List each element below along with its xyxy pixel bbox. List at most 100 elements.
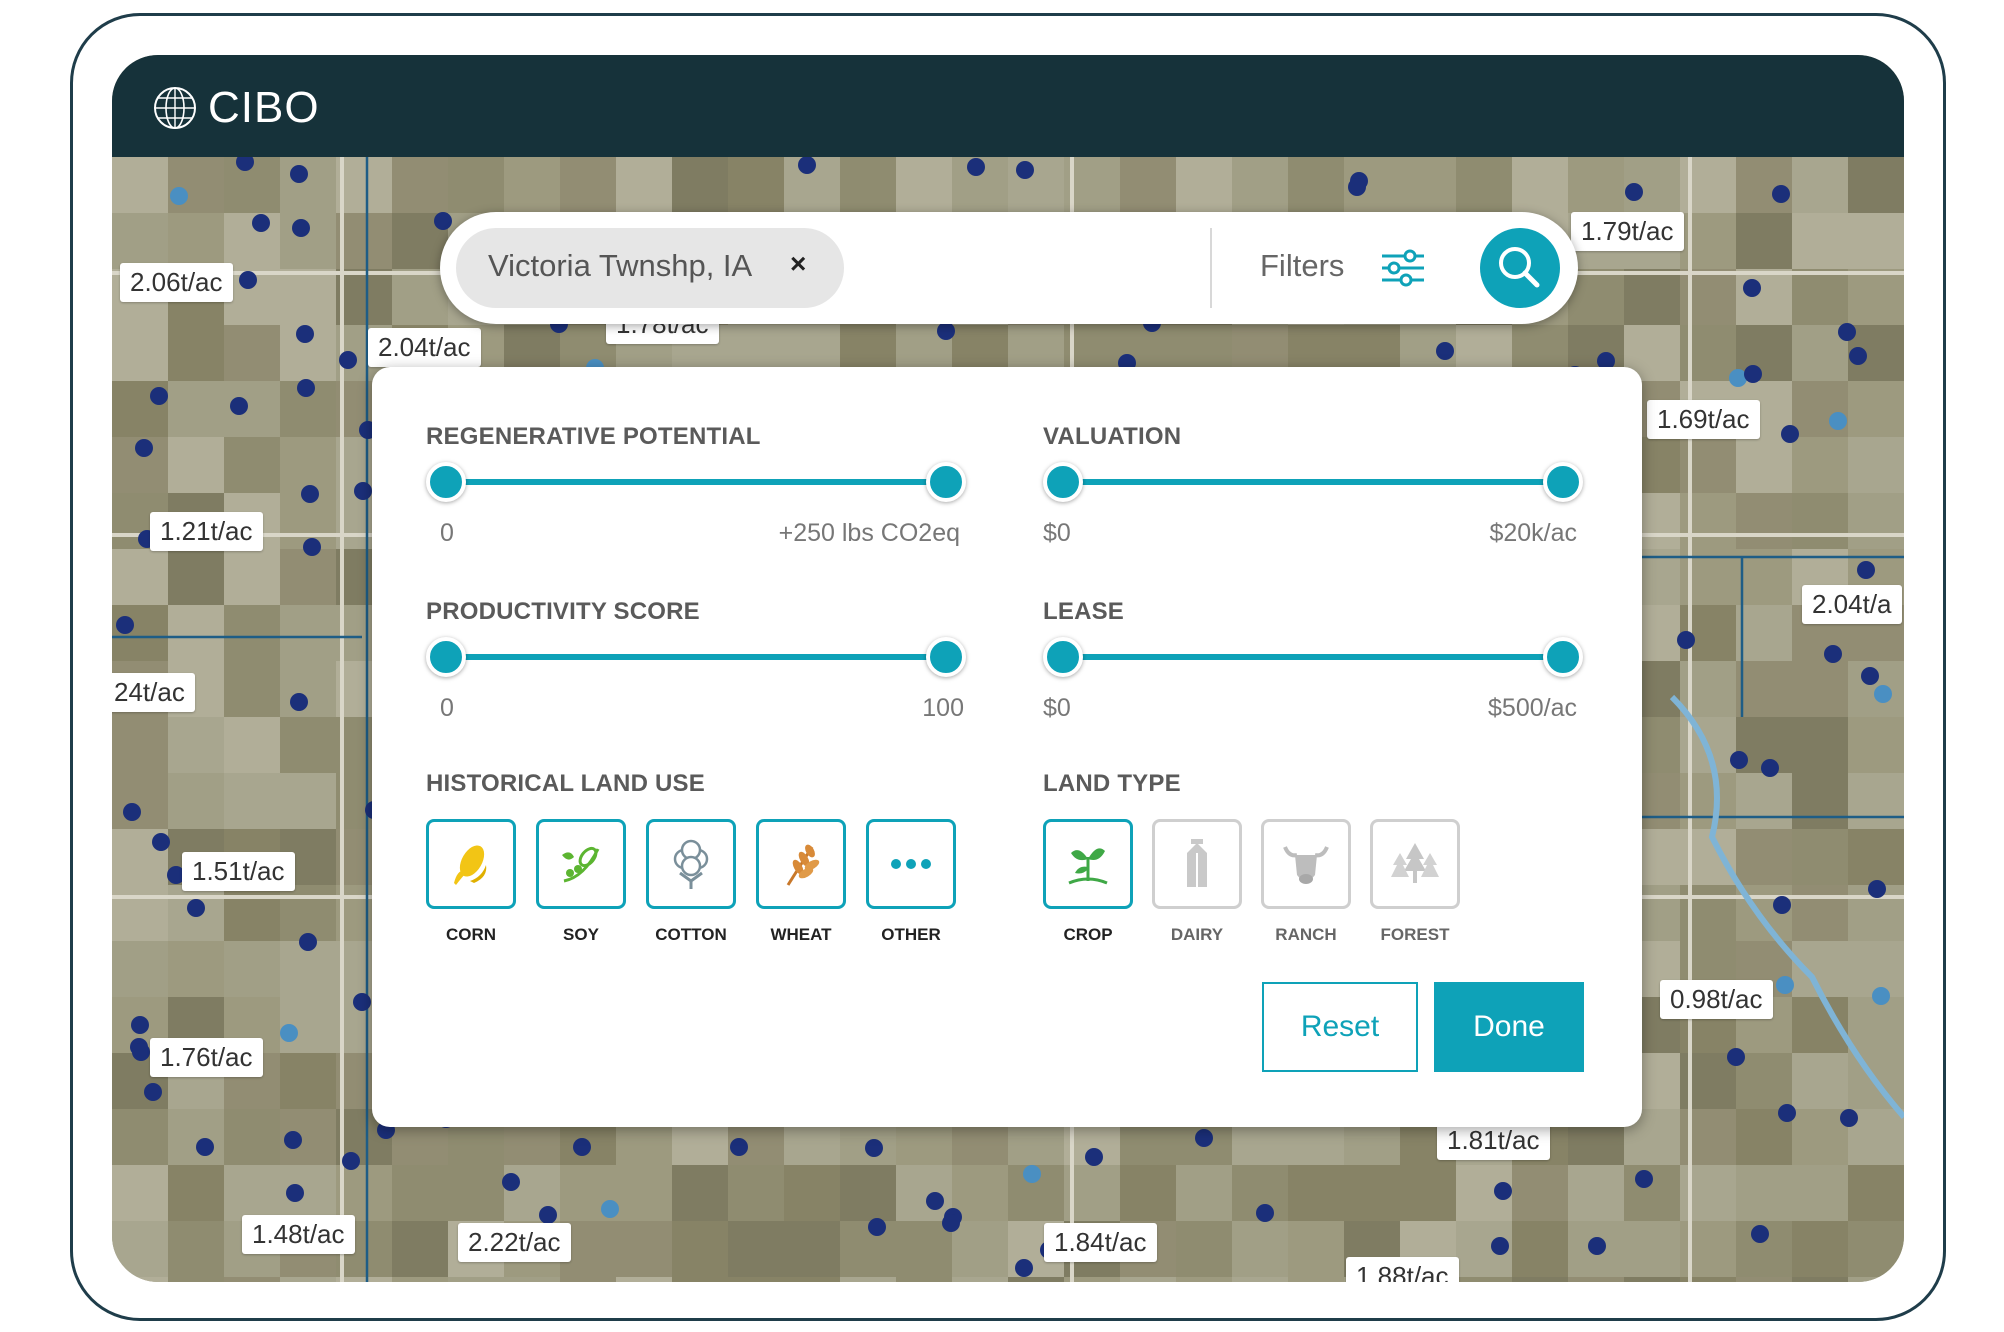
sliders-icon[interactable] bbox=[1380, 248, 1426, 288]
yield-label[interactable]: 24t/ac bbox=[112, 673, 195, 712]
field-parcel bbox=[1848, 717, 1904, 773]
field-parcel bbox=[1624, 1165, 1680, 1221]
field-parcel bbox=[1512, 1277, 1568, 1282]
location-text: Victoria Twnshp, IA bbox=[488, 248, 753, 283]
yield-label[interactable]: 1.88t/ac bbox=[1346, 1257, 1459, 1282]
yield-label[interactable]: 1.51t/ac bbox=[182, 852, 295, 891]
productivity-score-slider[interactable] bbox=[426, 637, 966, 677]
slider-track[interactable] bbox=[1063, 479, 1563, 485]
field-parcel bbox=[784, 1221, 840, 1277]
field-parcel bbox=[280, 885, 336, 941]
yield-label[interactable]: 2.04t/a bbox=[1802, 585, 1902, 624]
land-type-forest-toggle[interactable] bbox=[1370, 819, 1460, 909]
field-marker bbox=[1874, 685, 1892, 703]
field-parcel bbox=[1176, 1221, 1232, 1277]
field-parcel bbox=[112, 549, 168, 605]
field-parcel bbox=[168, 1277, 224, 1282]
slider-min-handle[interactable] bbox=[426, 637, 466, 677]
done-button[interactable]: Done bbox=[1434, 982, 1584, 1072]
trees-icon bbox=[1391, 843, 1439, 883]
slider-max-handle[interactable] bbox=[1543, 637, 1583, 677]
field-parcel bbox=[1736, 437, 1792, 493]
field-parcel bbox=[1288, 1277, 1344, 1282]
field-parcel bbox=[1512, 157, 1568, 213]
search-divider bbox=[1210, 228, 1212, 308]
field-parcel bbox=[280, 437, 336, 493]
field-parcel bbox=[392, 1221, 448, 1277]
field-parcel bbox=[728, 1221, 784, 1277]
field-parcel bbox=[1792, 213, 1848, 269]
field-parcel bbox=[840, 1221, 896, 1277]
land-use-wheat-toggle[interactable] bbox=[756, 819, 846, 909]
field-parcel bbox=[1848, 829, 1904, 885]
field-parcel bbox=[392, 157, 448, 213]
field-parcel bbox=[1848, 157, 1904, 213]
land-use-soy-toggle[interactable] bbox=[536, 819, 626, 909]
land-type-dairy-toggle[interactable] bbox=[1152, 819, 1242, 909]
field-marker bbox=[339, 351, 357, 369]
field-marker bbox=[152, 833, 170, 851]
cibo-logo[interactable]: CIBO bbox=[152, 83, 320, 133]
yield-label[interactable]: 1.69t/ac bbox=[1647, 400, 1760, 439]
yield-label[interactable]: 1.48t/ac bbox=[242, 1215, 355, 1254]
field-parcel bbox=[1736, 213, 1792, 269]
valuation-slider[interactable] bbox=[1043, 462, 1583, 502]
yield-label[interactable]: 2.06t/ac bbox=[120, 263, 233, 302]
field-parcel bbox=[224, 661, 280, 717]
land-use-cotton-toggle[interactable] bbox=[646, 819, 736, 909]
land-use-corn-toggle[interactable] bbox=[426, 819, 516, 909]
yield-label[interactable]: 1.76t/ac bbox=[150, 1038, 263, 1077]
yield-label[interactable]: 1.21t/ac bbox=[150, 512, 263, 551]
field-parcel bbox=[1736, 1165, 1792, 1221]
field-parcel bbox=[1848, 381, 1904, 437]
field-parcel bbox=[1512, 1221, 1568, 1277]
slider-min-handle[interactable] bbox=[426, 462, 466, 502]
search-button[interactable] bbox=[1480, 228, 1560, 308]
slider-max-handle[interactable] bbox=[926, 462, 966, 502]
land-type-crop-toggle[interactable] bbox=[1043, 819, 1133, 909]
field-marker bbox=[299, 933, 317, 951]
slider-track[interactable] bbox=[446, 654, 946, 660]
field-parcel bbox=[1792, 717, 1848, 773]
corn-icon bbox=[454, 845, 487, 885]
yield-label[interactable]: 1.84t/ac bbox=[1044, 1223, 1157, 1262]
reset-button[interactable]: Reset bbox=[1262, 982, 1418, 1072]
field-marker bbox=[1625, 183, 1643, 201]
field-parcel bbox=[280, 1053, 336, 1109]
field-parcel bbox=[168, 213, 224, 269]
close-icon[interactable]: × bbox=[790, 248, 806, 280]
field-marker bbox=[1256, 1204, 1274, 1222]
filters-panel: REGENERATIVE POTENTIAL 0 +250 lbs CO2eq … bbox=[372, 367, 1642, 1127]
field-marker bbox=[1838, 323, 1856, 341]
field-parcel bbox=[1736, 661, 1792, 717]
field-parcel bbox=[1232, 1277, 1288, 1282]
field-parcel bbox=[1288, 1221, 1344, 1277]
yield-label[interactable]: 1.79t/ac bbox=[1571, 212, 1684, 251]
slider-min-handle[interactable] bbox=[1043, 637, 1083, 677]
plant-icon bbox=[1068, 848, 1108, 885]
land-use-other-toggle[interactable] bbox=[866, 819, 956, 909]
field-marker bbox=[123, 803, 141, 821]
yield-label[interactable]: 0.98t/ac bbox=[1660, 980, 1773, 1019]
slider-track[interactable] bbox=[1063, 654, 1563, 660]
field-parcel bbox=[1568, 1165, 1624, 1221]
field-parcel bbox=[224, 773, 280, 829]
productivity-score-title: PRODUCTIVITY SCORE bbox=[426, 598, 700, 625]
location-chip[interactable]: Victoria Twnshp, IA × bbox=[456, 228, 844, 308]
slider-track[interactable] bbox=[446, 479, 946, 485]
regenerative-potential-slider[interactable] bbox=[426, 462, 966, 502]
land-type-ranch-toggle[interactable] bbox=[1261, 819, 1351, 909]
field-marker bbox=[1588, 1237, 1606, 1255]
slider-max-handle[interactable] bbox=[926, 637, 966, 677]
yield-label[interactable]: 2.04t/ac bbox=[368, 328, 481, 367]
range-max-label: $20k/ac bbox=[1489, 519, 1577, 547]
field-parcel bbox=[112, 773, 168, 829]
yield-label[interactable]: 2.22t/ac bbox=[458, 1223, 571, 1262]
field-parcel bbox=[1400, 1165, 1456, 1221]
field-marker bbox=[502, 1173, 520, 1191]
lease-slider[interactable] bbox=[1043, 637, 1583, 677]
slider-min-handle[interactable] bbox=[1043, 462, 1083, 502]
filters-label[interactable]: Filters bbox=[1260, 248, 1344, 284]
field-parcel bbox=[1624, 269, 1680, 325]
slider-max-handle[interactable] bbox=[1543, 462, 1583, 502]
